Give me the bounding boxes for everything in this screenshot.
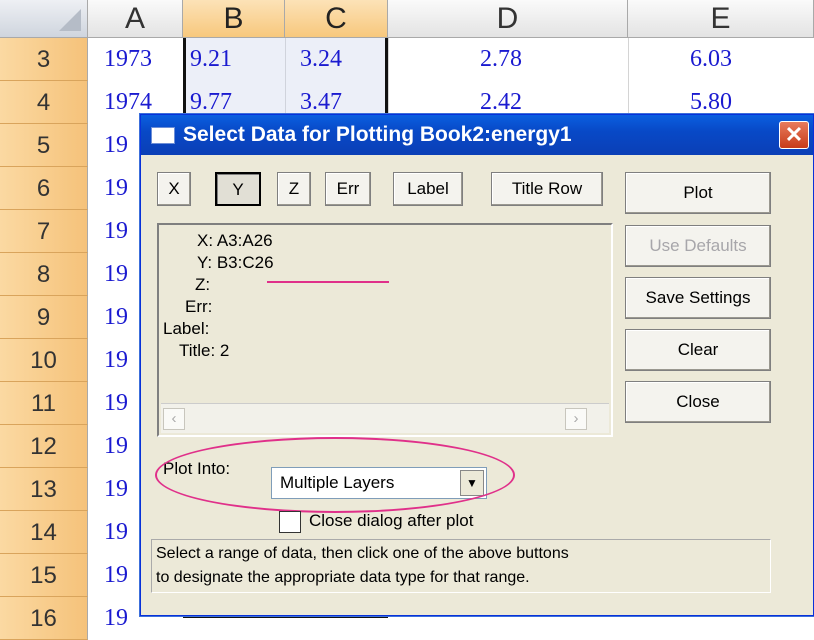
- y-button[interactable]: Y: [215, 172, 261, 206]
- scroll-left-icon[interactable]: ‹: [163, 408, 185, 430]
- cell-e[interactable]: 6.03: [690, 38, 810, 81]
- row-header[interactable]: 5: [0, 124, 88, 167]
- row-header[interactable]: 11: [0, 382, 88, 425]
- row-header[interactable]: 13: [0, 468, 88, 511]
- close-button[interactable]: Close: [625, 381, 771, 423]
- title-row-button[interactable]: Title Row: [491, 172, 603, 206]
- close-icon[interactable]: ✕: [779, 121, 809, 149]
- window-icon: [151, 127, 175, 144]
- data-assignment-panel: X: A3:A26 Y: B3:C26 Z: Err: Label: Title…: [157, 223, 613, 437]
- select-data-dialog: Select Data for Plotting Book2:energy1 ✕…: [140, 114, 814, 616]
- cell-b[interactable]: 9.21: [190, 38, 280, 81]
- status-line-1: Select a range of data, then click one o…: [156, 545, 569, 562]
- plot-button[interactable]: Plot: [625, 172, 771, 214]
- column-header-a[interactable]: A: [88, 0, 183, 38]
- row-header[interactable]: 7: [0, 210, 88, 253]
- err-button[interactable]: Err: [325, 172, 371, 206]
- dialog-titlebar[interactable]: Select Data for Plotting Book2:energy1 ✕: [141, 115, 813, 155]
- scroll-right-icon[interactable]: ›: [565, 408, 587, 430]
- z-range-text: Z:: [195, 275, 211, 294]
- close-after-plot-checkbox[interactable]: [279, 511, 301, 533]
- clear-button[interactable]: Clear: [625, 329, 771, 371]
- label-button[interactable]: Label: [393, 172, 463, 206]
- row-header[interactable]: 10: [0, 339, 88, 382]
- x-range-text: X: A3:A26: [197, 231, 273, 250]
- y-highlight-underline: [267, 281, 389, 283]
- row-header[interactable]: 12: [0, 425, 88, 468]
- status-line-2: to designate the appropriate data type f…: [156, 569, 530, 586]
- row-header[interactable]: 3: [0, 38, 88, 81]
- save-settings-button[interactable]: Save Settings: [625, 277, 771, 319]
- x-button[interactable]: X: [157, 172, 191, 206]
- plot-into-highlight: [155, 437, 515, 513]
- row-header[interactable]: 6: [0, 167, 88, 210]
- row-header[interactable]: 4: [0, 81, 88, 124]
- column-header-c[interactable]: C: [285, 0, 388, 38]
- label-range-text: Label:: [163, 319, 210, 338]
- cell-d[interactable]: 2.78: [480, 38, 620, 81]
- cell-a[interactable]: 1973: [104, 38, 179, 81]
- row-header[interactable]: 8: [0, 253, 88, 296]
- status-message: Select a range of data, then click one o…: [151, 539, 771, 593]
- title-row-text: Title: 2: [179, 341, 230, 360]
- row-header[interactable]: 14: [0, 511, 88, 554]
- row-header[interactable]: 9: [0, 296, 88, 339]
- dialog-title: Select Data for Plotting Book2:energy1: [183, 123, 572, 146]
- column-header-e[interactable]: E: [628, 0, 814, 38]
- y-range-text: Y: B3:C26: [197, 253, 274, 272]
- horizontal-scrollbar[interactable]: ‹ ›: [161, 403, 609, 433]
- row-header[interactable]: 15: [0, 554, 88, 597]
- column-header-b[interactable]: B: [183, 0, 285, 38]
- cell-c[interactable]: 3.24: [300, 38, 385, 81]
- err-range-text: Err:: [185, 297, 213, 316]
- z-button[interactable]: Z: [277, 172, 311, 206]
- select-all-corner[interactable]: [0, 0, 88, 38]
- column-header-d[interactable]: D: [388, 0, 628, 38]
- use-defaults-button[interactable]: Use Defaults: [625, 225, 771, 267]
- row-header[interactable]: 16: [0, 597, 88, 640]
- close-after-plot-label: Close dialog after plot: [309, 511, 474, 530]
